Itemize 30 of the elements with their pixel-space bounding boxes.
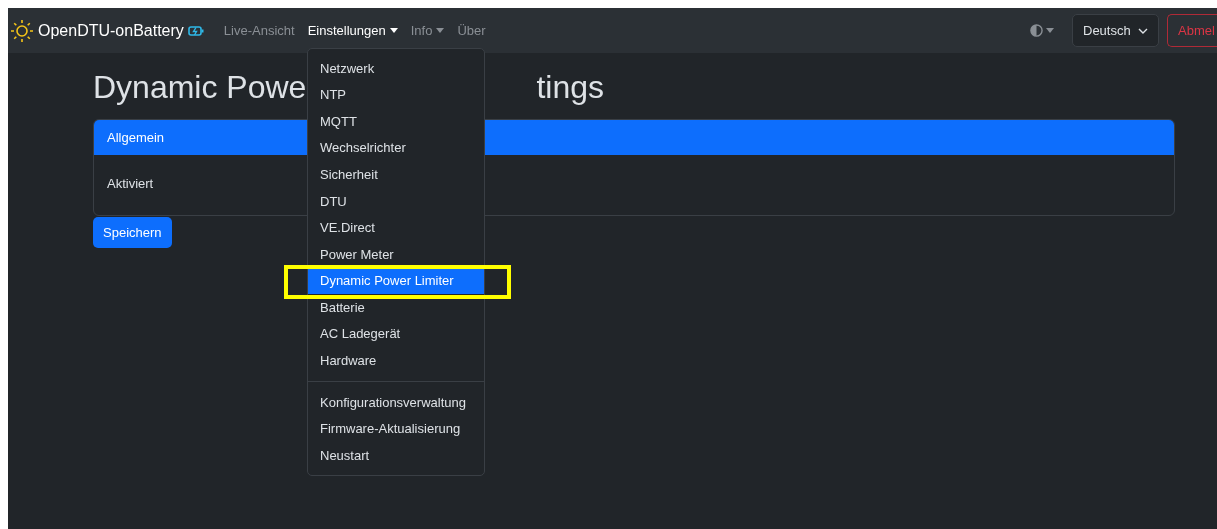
menu-item[interactable]: Power Meter xyxy=(308,245,484,264)
field-label: Aktiviert xyxy=(107,176,154,191)
page-title: tings xyxy=(536,68,604,107)
sun-icon xyxy=(10,18,34,43)
brand-name[interactable]: OpenDTU-onBattery xyxy=(38,18,184,43)
menu-item[interactable]: Wechselrichter xyxy=(308,139,484,158)
theme-dropdown-button[interactable] xyxy=(1030,24,1054,37)
contrast-icon xyxy=(1030,24,1043,37)
menu-item[interactable]: DTU xyxy=(308,192,484,211)
menu-item[interactable]: NTP xyxy=(308,85,484,104)
menu-item[interactable]: Firmware-Aktualisierung xyxy=(308,420,484,438)
menu-item[interactable]: Neustart xyxy=(308,446,484,465)
nav-link[interactable]: Über xyxy=(457,20,486,41)
menu-item[interactable]: AC Ladegerät xyxy=(308,325,484,344)
menu-item[interactable]: Netzwerk xyxy=(308,59,484,78)
menu-item[interactable]: Batterie xyxy=(308,298,484,317)
chevron-icon xyxy=(1138,27,1148,34)
menu-item[interactable]: VE.Direct xyxy=(308,218,484,237)
menu-item[interactable]: Dynamic Power Limiter xyxy=(308,267,484,295)
battery-icon xyxy=(187,24,204,37)
menu-item[interactable]: Hardware xyxy=(308,351,484,370)
language-select[interactable]: Deutsch xyxy=(1072,14,1159,47)
save-button[interactable]: Speichern xyxy=(93,217,172,248)
menu-item[interactable]: Konfigurationsverwaltung xyxy=(308,393,484,412)
nav-link[interactable]: Live-Ansicht xyxy=(223,20,295,41)
nav-link[interactable]: Info xyxy=(410,20,445,41)
caret-icon xyxy=(1046,28,1054,33)
menu-item[interactable]: Sicherheit xyxy=(308,165,484,184)
nav-link[interactable]: Einstellungen xyxy=(307,20,398,41)
page-title: Dynamic Powe xyxy=(93,68,307,107)
